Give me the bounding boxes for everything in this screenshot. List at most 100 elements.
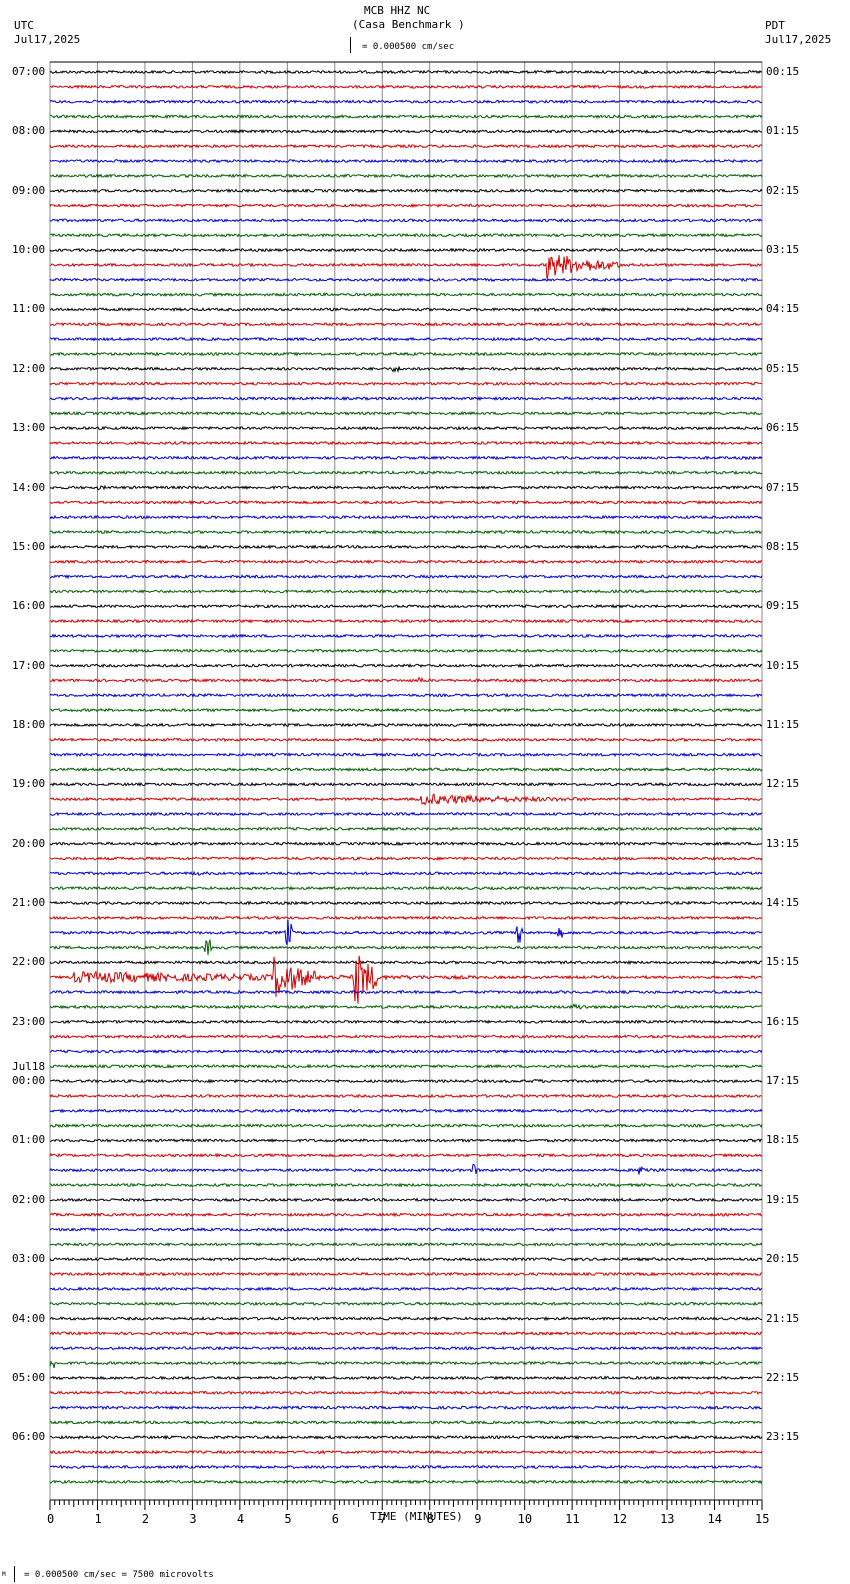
seismic-trace (49, 202, 763, 209)
pdt-hour-label: 02:15 (766, 183, 800, 197)
seismic-trace (49, 959, 763, 965)
pdt-hour-label: 14:15 (766, 896, 800, 910)
seismic-trace (49, 484, 763, 491)
pdt-hour-label: 15:15 (766, 955, 800, 969)
x-tick-label: 4 (236, 1512, 245, 1526)
seismic-trace (49, 1034, 763, 1039)
utc-hour-label: 03:00 (12, 1252, 46, 1266)
x-tick-label: 0 (47, 1512, 55, 1526)
pdt-hour-label: 04:15 (766, 302, 800, 316)
date-change-label: Jul18 (12, 1060, 46, 1074)
seismic-trace (49, 514, 763, 520)
utc-hour-label: 17:00 (12, 658, 46, 672)
seismic-trace (49, 544, 762, 550)
seismic-trace (49, 1256, 763, 1262)
x-tick-label: 8 (426, 1512, 434, 1526)
seismic-trace (49, 766, 763, 773)
seismic-trace (50, 989, 763, 995)
seismic-trace (49, 648, 763, 654)
seismic-trace (49, 588, 763, 594)
pdt-hour-label: 11:15 (766, 717, 800, 731)
seismic-trace (49, 1345, 763, 1351)
seismic-trace (49, 1242, 763, 1247)
seismic-trace (49, 793, 763, 806)
seismic-trace (49, 381, 762, 386)
utc-hour-label: 00:00 (12, 1074, 46, 1088)
seismic-trace (49, 1152, 763, 1158)
utc-hour-label: 12:00 (12, 361, 46, 375)
seismic-trace (50, 232, 763, 238)
utc-hour-label: 15:00 (12, 539, 46, 553)
seismic-trace (49, 1212, 763, 1218)
seismic-trace (49, 1271, 763, 1277)
seismic-trace (49, 1078, 763, 1084)
seismic-trace (49, 366, 763, 374)
seismic-trace (49, 425, 763, 431)
seismic-trace (49, 1330, 763, 1336)
pdt-hour-label: 19:15 (766, 1192, 800, 1206)
x-tick-label: 12 (612, 1512, 628, 1526)
x-tick-label: 14 (707, 1512, 722, 1526)
seismic-trace (49, 870, 763, 876)
seismic-trace (49, 336, 763, 342)
seismic-trace (49, 1375, 763, 1381)
seismic-trace (49, 939, 763, 956)
seismic-trace (49, 676, 763, 684)
x-tick-label: 15 (755, 1512, 770, 1526)
seismic-trace (49, 1197, 763, 1203)
pdt-hour-label: 01:15 (766, 124, 800, 138)
seismic-trace (50, 574, 763, 580)
utc-hour-label: 18:00 (12, 717, 46, 731)
utc-hour-label: 13:00 (12, 421, 46, 435)
seismic-trace (49, 113, 763, 120)
utc-hour-label: 21:00 (12, 896, 46, 910)
utc-hour-label: 05:00 (12, 1370, 46, 1384)
utc-hour-label: 02:00 (12, 1192, 46, 1206)
pdt-hour-label: 22:15 (766, 1370, 800, 1384)
seismic-trace (49, 188, 763, 194)
pdt-hour-label: 05:15 (766, 361, 800, 375)
seismic-trace (49, 1449, 763, 1455)
x-tick-label: 13 (660, 1512, 675, 1526)
seismic-trace (49, 633, 763, 639)
utc-hour-label: 09:00 (12, 183, 46, 197)
seismic-trace (49, 559, 763, 565)
seismic-trace (49, 143, 763, 149)
seismic-trace (49, 900, 763, 906)
seismic-trace (49, 1419, 763, 1425)
seismic-trace (49, 440, 763, 446)
utc-hour-label: 20:00 (12, 836, 46, 850)
seismic-trace (49, 885, 763, 891)
seismic-trace (49, 752, 762, 758)
seismic-trace (49, 1405, 762, 1411)
pdt-hour-label: 09:15 (766, 599, 800, 613)
utc-hour-label: 01:00 (12, 1133, 46, 1147)
x-tick-label: 5 (284, 1512, 292, 1526)
seismic-trace (49, 1434, 763, 1440)
seismic-trace (49, 321, 763, 327)
pdt-hour-label: 17:15 (766, 1074, 800, 1088)
seismic-trace (49, 277, 763, 283)
utc-hour-label: 14:00 (12, 480, 46, 494)
seismic-trace (49, 306, 763, 312)
pdt-hour-label: 12:15 (766, 777, 800, 791)
pdt-hour-label: 23:15 (766, 1430, 800, 1444)
pdt-hour-label: 03:15 (766, 243, 800, 257)
pdt-hour-label: 08:15 (766, 539, 800, 553)
x-tick-label: 7 (379, 1512, 387, 1526)
x-tick-label: 6 (331, 1512, 340, 1526)
seismic-trace (49, 128, 763, 134)
seismic-trace (49, 737, 763, 743)
seismic-trace (50, 663, 763, 669)
utc-hour-label: 19:00 (12, 777, 46, 791)
seismic-trace (49, 1286, 763, 1292)
utc-hour-label: 07:00 (12, 65, 46, 78)
seismic-trace (49, 99, 763, 104)
seismic-trace (50, 707, 763, 713)
utc-hour-label: 04:00 (12, 1311, 46, 1325)
pdt-hour-label: 21:15 (766, 1311, 800, 1325)
seismic-trace (49, 722, 763, 728)
seismic-trace (49, 1182, 763, 1188)
seismic-trace (49, 1390, 763, 1396)
pdt-hour-label: 06:15 (766, 421, 800, 435)
